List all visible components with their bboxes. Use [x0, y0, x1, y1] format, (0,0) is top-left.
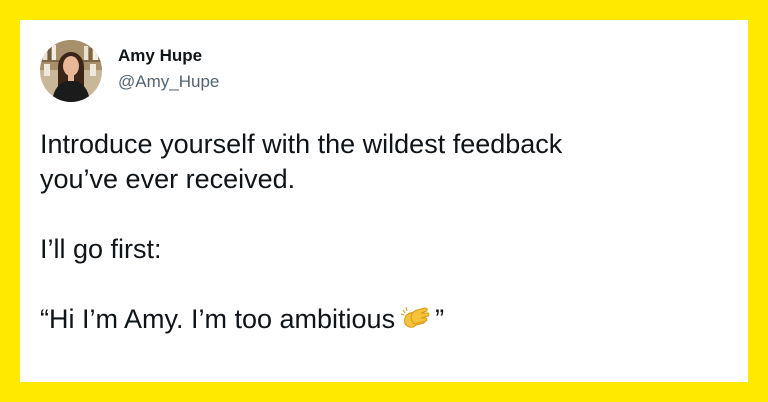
tweet-text: Introduce yourself with the wildest feed… [40, 127, 730, 341]
tweet-quote-text: “Hi I’m Amy. I’m too ambitious [40, 304, 396, 334]
tweet-line: I’ll go first: [40, 234, 162, 264]
tweet-quote-line: “Hi I’m Amy. I’m too ambitious ” [40, 302, 730, 341]
tweet-quote-close: ” [435, 304, 445, 334]
tweet-card: Amy Hupe @Amy_Hupe Introduce yourself wi… [20, 20, 748, 382]
avatar[interactable] [40, 40, 102, 102]
author-handle[interactable]: @Amy_Hupe [118, 72, 219, 92]
tweet-line: you’ve ever received. [40, 164, 296, 194]
author-name[interactable]: Amy Hupe [118, 46, 202, 66]
clapping-hands-icon [400, 306, 431, 341]
tweet-line: Introduce yourself with the wildest feed… [40, 129, 563, 159]
